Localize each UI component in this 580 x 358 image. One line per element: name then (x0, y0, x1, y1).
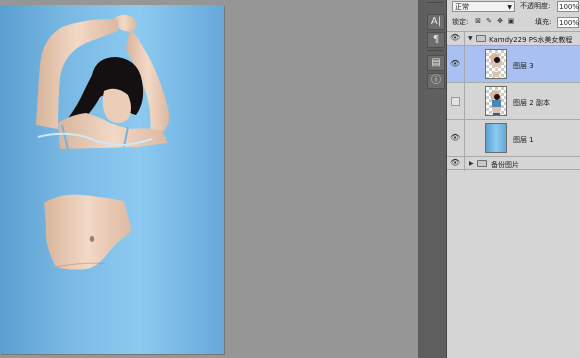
layer-row[interactable]: 👁 图层 1 (447, 119, 580, 157)
opacity-value: 100% (559, 3, 580, 11)
opacity-label: 不透明度: (520, 2, 551, 10)
woman-illustration (36, 14, 170, 270)
group-name: Kamdy229 PS水美女教程 (489, 36, 573, 44)
layer-name: 图层 3 (513, 62, 534, 70)
layer-group-bottom[interactable]: 👁 ▶ 备份图片 (447, 156, 580, 171)
layer-thumbnail (485, 123, 507, 153)
folder-icon (476, 35, 486, 42)
layer-name: 图层 2 副本 (513, 99, 550, 107)
layer-column-separator (464, 120, 465, 157)
layer-group-top[interactable]: 👁 ▼ Kamdy229 PS水美女教程 (447, 31, 580, 46)
lock-all-icon[interactable]: ▣ (507, 17, 515, 25)
blend-opacity-row: 正常 ▼ 不透明度: 100% (447, 0, 580, 14)
group-name: 备份图片 (491, 161, 519, 169)
character-panel-icon[interactable]: A| (427, 14, 445, 30)
layers-panel: 正常 ▼ 不透明度: 100% 锁定: ⊠ ✎ ✥ ▣ 填充: 100% 👁 ▼… (447, 0, 580, 358)
paragraph-icon[interactable]: ¶ (427, 32, 445, 48)
lock-fill-row: 锁定: ⊠ ✎ ✥ ▣ 填充: 100% (447, 15, 580, 29)
visibility-eye-icon[interactable]: 👁 (450, 33, 460, 43)
info-icon[interactable]: ⓘ (427, 73, 445, 89)
lock-label: 锁定: (452, 18, 469, 26)
layer-column-separator (464, 32, 465, 46)
figure-thumbnail-art (490, 90, 502, 115)
document-workspace (0, 0, 418, 358)
layer-row[interactable]: 👁 图层 3 (447, 45, 580, 83)
lock-position-icon[interactable]: ✥ (496, 17, 504, 25)
panel-dock-strip: A| ¶ ▤ ⓘ (424, 0, 447, 358)
layer-column-separator (464, 46, 465, 83)
fill-label: 填充: (535, 18, 552, 26)
fill-input[interactable]: 100% (557, 17, 579, 28)
group-collapse-toggle-icon[interactable]: ▶ (469, 160, 474, 167)
blend-mode-value: 正常 (455, 3, 469, 11)
dock-separator (427, 50, 443, 51)
layer-row[interactable]: 图层 2 副本 (447, 82, 580, 120)
folder-icon (477, 160, 487, 167)
layer-comps-icon[interactable]: ▤ (427, 55, 445, 71)
layer-column-separator (464, 157, 465, 171)
lock-pixels-icon[interactable]: ✎ (485, 17, 493, 25)
layer-thumbnail (485, 49, 507, 79)
blend-mode-select[interactable]: 正常 ▼ (452, 1, 515, 12)
fill-value: 100% (559, 19, 580, 27)
group-expand-toggle-icon[interactable]: ▼ (468, 35, 473, 42)
chevron-down-icon: ▼ (507, 4, 512, 11)
layer-column-separator (464, 83, 465, 120)
dock-separator (427, 2, 443, 3)
layer-thumbnail (485, 86, 507, 116)
layer-name: 图层 1 (513, 136, 534, 144)
figure-thumbnail-art (490, 53, 502, 77)
opacity-input[interactable]: 100% (557, 1, 579, 12)
document-canvas[interactable] (0, 5, 224, 354)
visibility-eye-icon[interactable]: 👁 (450, 133, 460, 143)
lock-transparent-icon[interactable]: ⊠ (474, 17, 482, 25)
visibility-toggle-hidden[interactable] (451, 97, 460, 106)
visibility-eye-icon[interactable]: 👁 (450, 59, 460, 69)
visibility-eye-icon[interactable]: 👁 (450, 158, 460, 168)
